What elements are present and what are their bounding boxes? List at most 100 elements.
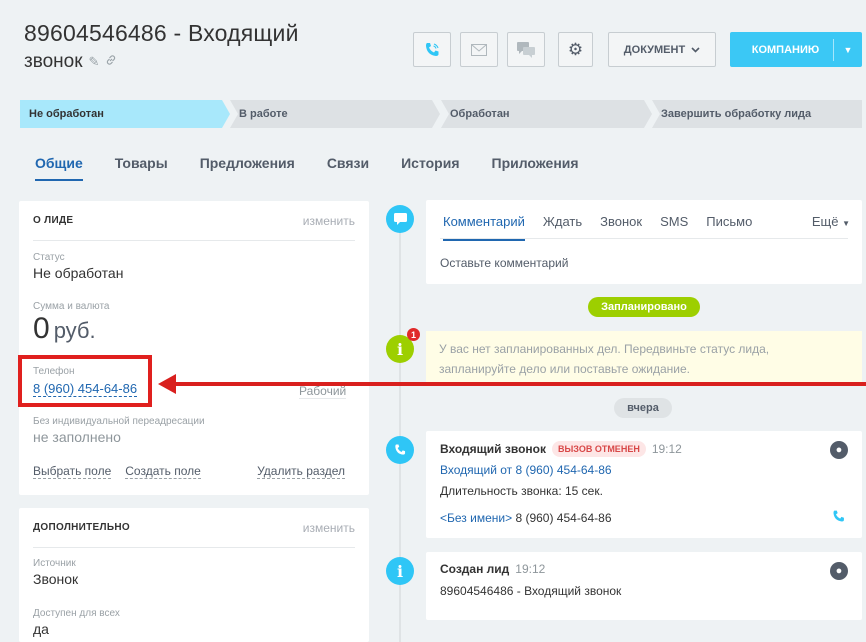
created-event-time: 19:12 <box>515 562 546 576</box>
contact-phone: 8 (960) 454-64-86 <box>515 511 612 525</box>
sum-amount: 0 <box>33 312 50 345</box>
card-actions: Выбрать поле Создать поле Удалить раздел <box>33 464 345 479</box>
yesterday-badge: вчера <box>614 398 672 418</box>
annotation-arrow-head <box>158 374 176 394</box>
tab-history[interactable]: История <box>401 155 459 181</box>
empty-note-line-1: У вас нет запланированных дел. Передвинь… <box>439 342 770 356</box>
stage-in-progress[interactable]: В работе <box>230 100 440 128</box>
contact-name-link[interactable]: <Без имени> <box>440 511 512 525</box>
alert-count-badge: 1 <box>407 328 420 341</box>
status-label: Статус <box>33 252 65 263</box>
activity-editor: Комментарий Ждать Звонок SMS Письмо Ещё … <box>426 200 862 284</box>
highlight-box <box>18 355 152 407</box>
envelope-icon <box>471 43 487 56</box>
stage-not-processed[interactable]: Не обработан <box>20 100 230 128</box>
caret-down-icon[interactable]: ▼ <box>834 45 862 55</box>
status-value: Не обработан <box>33 265 124 281</box>
lead-card-header: О ЛИДЕ изменить <box>33 201 355 241</box>
forward-value: не заполнено <box>33 429 121 445</box>
forward-label: Без индивидуальной переадресации <box>33 416 205 427</box>
status-field: Статус Не обработан <box>33 252 123 281</box>
activity-tab-email[interactable]: Письмо <box>706 214 752 241</box>
activity-tabs: Комментарий Ждать Звонок SMS Письмо <box>443 214 752 241</box>
phone-icon <box>426 42 439 56</box>
available-value: да <box>33 621 49 637</box>
stage-finish[interactable]: Завершить обработку лида <box>652 100 862 128</box>
email-button[interactable] <box>460 32 498 67</box>
activity-tab-call[interactable]: Звонок <box>600 214 642 241</box>
chevron-down-icon <box>691 46 700 53</box>
empty-note-line-2: запланируйте дело или поставьте ожидание… <box>439 362 691 376</box>
lead-card-edit-link[interactable]: изменить <box>303 214 355 228</box>
call-event-title: Входящий звонок <box>440 442 546 456</box>
stage-processed[interactable]: Обработан <box>441 100 652 128</box>
sum-value: 0 руб. <box>33 312 109 348</box>
gear-icon: ⚙ <box>567 39 584 59</box>
call-button[interactable] <box>413 32 451 67</box>
lead-card: О ЛИДЕ изменить Статус Не обработан Сумм… <box>19 201 369 495</box>
call-direction-link[interactable]: Входящий от 8 (960) 454-64-86 <box>440 463 612 477</box>
activity-more-label: Ещё <box>811 214 839 229</box>
tab-apps[interactable]: Приложения <box>492 155 579 181</box>
caret-down-icon: ▼ <box>842 219 850 228</box>
tab-products[interactable]: Товары <box>115 155 168 181</box>
document-label: ДОКУМЕНТ <box>623 43 686 56</box>
lead-created-card: Создан лид 19:12 ● 89604546486 - Входящи… <box>426 552 862 620</box>
lead-card-title: О ЛИДЕ <box>33 215 74 226</box>
page-title: 89604546486 - Входящий звонок ✎ <box>24 18 384 76</box>
divider <box>440 238 848 239</box>
comment-input[interactable]: Оставьте комментарий <box>440 256 568 270</box>
empty-planned-note: У вас нет запланированных дел. Передвинь… <box>426 331 862 383</box>
activity-more[interactable]: Ещё ▼ <box>812 214 850 229</box>
user-avatar-icon[interactable]: ● <box>830 562 848 580</box>
tab-general[interactable]: Общие <box>35 155 83 181</box>
chat-button[interactable] <box>507 32 545 67</box>
extra-card-edit-link[interactable]: изменить <box>303 521 355 535</box>
extra-card-title: ДОПОЛНИТЕЛЬНО <box>33 522 130 533</box>
pencil-icon[interactable]: ✎ <box>89 48 100 76</box>
select-field-link[interactable]: Выбрать поле <box>33 464 112 479</box>
created-event-header: Создан лид 19:12 <box>440 562 545 576</box>
call-duration: Длительность звонка: 15 сек. <box>440 484 603 498</box>
user-avatar-icon[interactable]: ● <box>830 441 848 459</box>
call-back-icon[interactable] <box>831 509 846 529</box>
comment-icon <box>386 205 414 233</box>
extra-card-header: ДОПОЛНИТЕЛЬНО изменить <box>33 508 355 548</box>
phone-type: Рабочий <box>299 384 347 399</box>
source-value: Звонок <box>33 571 79 587</box>
source-field: Источник Звонок <box>33 558 78 587</box>
title-text: звонок <box>24 51 83 72</box>
title-line-2: звонок ✎ <box>24 48 384 76</box>
sum-label: Сумма и валюта <box>33 301 110 312</box>
planned-badge: Запланировано <box>588 297 700 317</box>
extra-card: ДОПОЛНИТЕЛЬНО изменить Источник Звонок Д… <box>19 508 369 642</box>
created-event-text: 89604546486 - Входящий звонок <box>440 584 622 598</box>
activity-tab-sms[interactable]: SMS <box>660 214 688 241</box>
sum-currency: руб. <box>53 318 96 343</box>
activity-tab-comment[interactable]: Комментарий <box>443 214 525 241</box>
annotation-arrow-line <box>174 382 866 386</box>
delete-section-link[interactable]: Удалить раздел <box>257 464 345 479</box>
activity-tab-wait[interactable]: Ждать <box>543 214 582 241</box>
tab-offers[interactable]: Предложения <box>200 155 295 181</box>
call-contact: <Без имени> 8 (960) 454-64-86 <box>440 511 612 525</box>
call-event-header: Входящий звонок ВЫЗОВ ОТМЕНЕН 19:12 <box>440 441 682 457</box>
link-icon[interactable] <box>105 48 117 76</box>
source-label: Источник <box>33 558 76 569</box>
stage-bar: Не обработан В работе Обработан Завершит… <box>20 100 862 128</box>
call-event-card: Входящий звонок ВЫЗОВ ОТМЕНЕН 19:12 ● Вх… <box>426 431 862 538</box>
chat-icon <box>517 41 535 58</box>
call-cancelled-badge: ВЫЗОВ ОТМЕНЕН <box>551 441 646 457</box>
create-field-link[interactable]: Создать поле <box>125 464 201 479</box>
settings-button[interactable]: ⚙ <box>558 32 593 67</box>
company-button[interactable]: КОМПАНИЮ ▼ <box>730 32 862 67</box>
tab-links[interactable]: Связи <box>327 155 369 181</box>
available-field: Доступен для всех да <box>33 608 120 637</box>
document-button[interactable]: ДОКУМЕНТ <box>608 32 716 67</box>
info-icon: i <box>386 557 414 585</box>
sum-field: Сумма и валюта 0 руб. <box>33 301 109 348</box>
main-tabs: Общие Товары Предложения Связи История П… <box>35 155 579 181</box>
created-event-title: Создан лид <box>440 562 510 576</box>
phone-icon <box>386 436 414 464</box>
call-event-time: 19:12 <box>651 442 682 456</box>
